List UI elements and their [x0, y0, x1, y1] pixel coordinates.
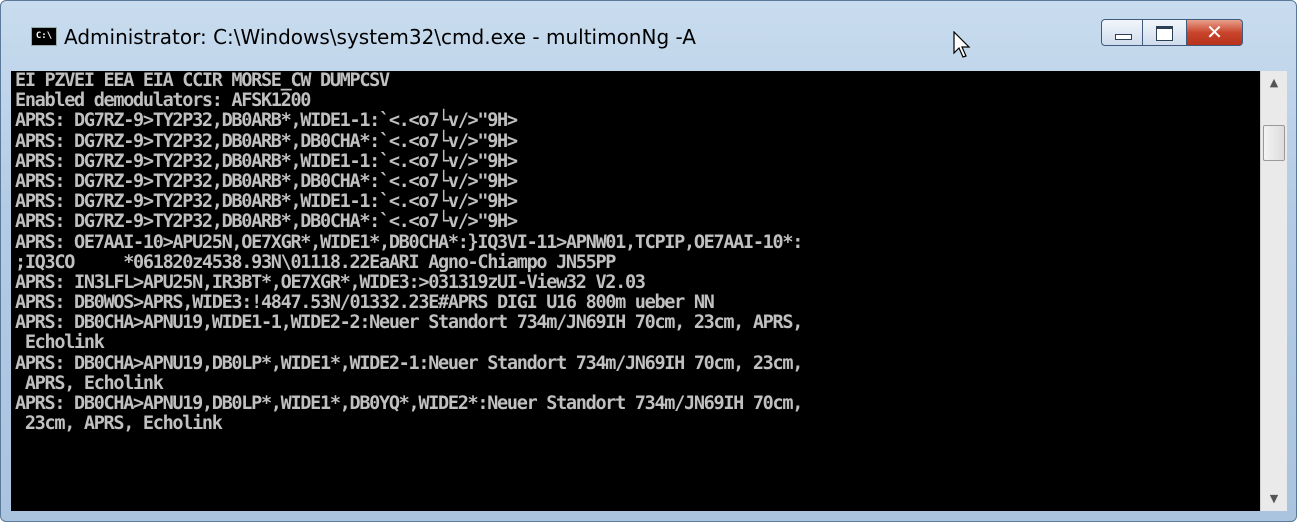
cmd-window: C:\ Administrator: C:\Windows\system32\c…	[0, 0, 1297, 522]
scroll-thumb[interactable]	[1263, 125, 1285, 161]
maximize-button[interactable]	[1143, 19, 1187, 46]
console-line: APRS: DG7RZ-9>TY2P32,DB0ARB*,DB0CHA*:`<.…	[15, 211, 518, 233]
title-bar[interactable]: C:\ Administrator: C:\Windows\system32\c…	[1, 1, 1296, 63]
mouse-pointer-icon	[953, 31, 971, 58]
scroll-up-arrow-icon[interactable]: ▲	[1261, 71, 1287, 95]
console-line: Enabled demodulators: AFSK1200	[15, 90, 311, 112]
console-output[interactable]: EI PZVEI EEA EIA CCIR MORSE_CW DUMPCSV En…	[11, 71, 1260, 511]
minimize-icon	[1115, 34, 1132, 40]
scroll-down-arrow-icon[interactable]: ▼	[1261, 487, 1287, 511]
vertical-scrollbar[interactable]: ▲ ▼	[1260, 71, 1287, 511]
console-line: APRS: DB0CHA>APNU19,WIDE1-1,WIDE2-2:Neue…	[15, 312, 803, 334]
console-line: APRS: IN3LFL>APU25N,IR3BT*,OE7XGR*,WIDE3…	[15, 271, 646, 293]
cmd-app-icon[interactable]: C:\	[31, 27, 57, 46]
console-line: APRS: DB0WOS>APRS,WIDE3:!4847.53N/01332.…	[15, 292, 715, 314]
console-line: APRS: DG7RZ-9>TY2P32,DB0ARB*,WIDE1-1:`<.…	[15, 150, 518, 172]
console-line: EI PZVEI EEA EIA CCIR MORSE_CW DUMPCSV	[15, 71, 390, 91]
console-line: APRS: DG7RZ-9>TY2P32,DB0ARB*,DB0CHA*:`<.…	[15, 170, 518, 192]
console-line: APRS: DG7RZ-9>TY2P32,DB0ARB*,WIDE1-1:`<.…	[15, 110, 518, 132]
close-icon: ✕	[1206, 20, 1223, 44]
console-line: APRS: OE7AAI-10>APU25N,OE7XGR*,WIDE1*,DB…	[15, 231, 803, 253]
maximize-icon	[1156, 26, 1173, 41]
window-title: Administrator: C:\Windows\system32\cmd.e…	[64, 25, 696, 49]
console-line: APRS, Echolink	[15, 372, 164, 394]
minimize-button[interactable]	[1101, 19, 1143, 46]
close-button[interactable]: ✕	[1187, 19, 1243, 46]
console-line: APRS: DG7RZ-9>TY2P32,DB0ARB*,WIDE1-1:`<.…	[15, 191, 518, 213]
console-line: Echolink	[15, 332, 105, 354]
console-line: APRS: DB0CHA>APNU19,DB0LP*,WIDE1*,WIDE2-…	[15, 352, 803, 374]
console-line: APRS: DB0CHA>APNU19,DB0LP*,WIDE1*,DB0YQ*…	[15, 393, 803, 414]
console-line: APRS: DG7RZ-9>TY2P32,DB0ARB*,DB0CHA*:`<.…	[15, 130, 518, 152]
console-line: ;IQ3CO *061820z4538.93N\01118.22EaARI Ag…	[15, 251, 616, 273]
console-line: 23cm, APRS, Echolink	[15, 413, 223, 435]
